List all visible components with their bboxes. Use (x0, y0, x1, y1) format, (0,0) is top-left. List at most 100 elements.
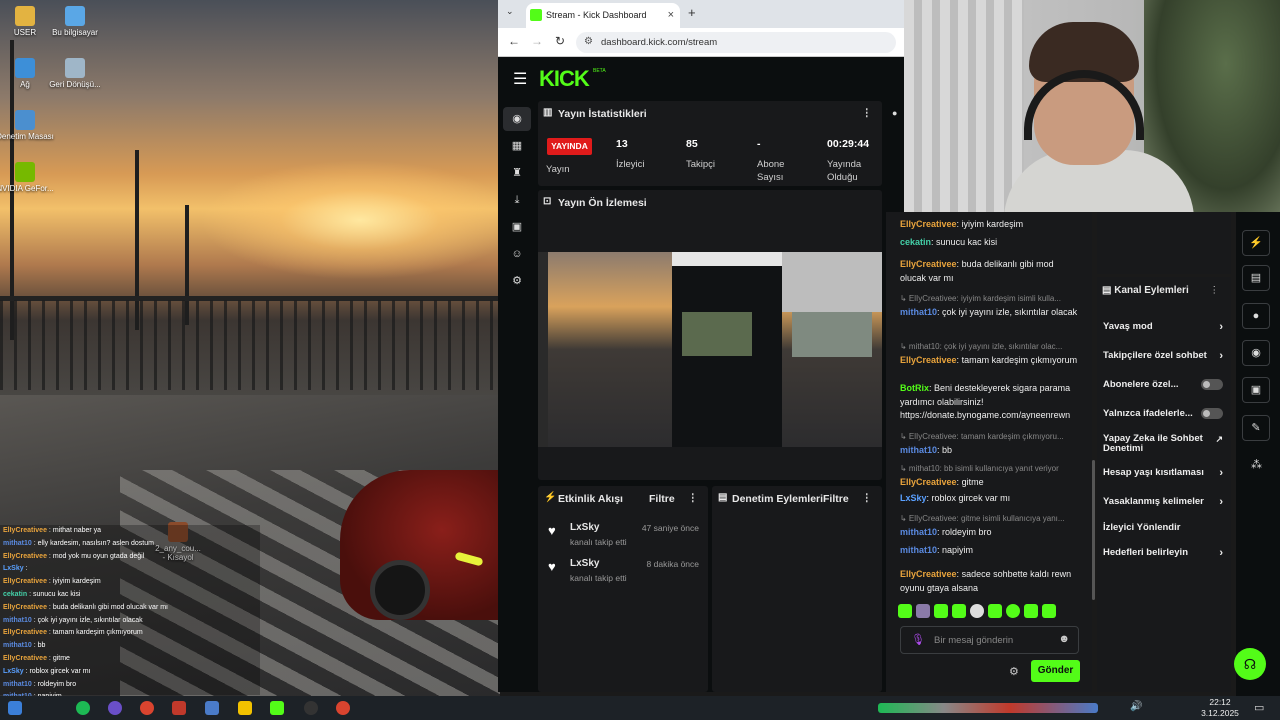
mic-icon[interactable]: 🎙 (911, 633, 925, 646)
app-icon[interactable] (172, 701, 186, 715)
reply-reference[interactable]: ↳ ElIyCreativee: gitme isimli kullanıcıy… (900, 512, 1080, 526)
chat-message[interactable]: LxSky: roblox gircek var mı (900, 492, 1080, 506)
notes-button-icon[interactable]: ▤ (1242, 265, 1270, 291)
chat-message[interactable]: ↳ ElIyCreativee: tamam kardeşim çıkmıyor… (900, 430, 1080, 457)
chevron-right-icon[interactable]: › (1219, 467, 1223, 479)
chat-username[interactable]: ElIyCreativee (900, 569, 957, 579)
spotify-icon[interactable] (76, 701, 90, 715)
apps-icon[interactable]: ⁂ (1251, 458, 1262, 471)
channel-action-item[interactable]: Yalnızca ifadelerle... (1103, 408, 1229, 419)
more-options-icon[interactable]: ⋮ (862, 492, 873, 504)
stream-preview-video[interactable] (538, 252, 882, 447)
new-tab-button[interactable]: + (688, 5, 696, 20)
system-tray-icons[interactable] (878, 703, 1098, 713)
more-options-icon[interactable]: ⋮ (862, 107, 873, 119)
chat-input[interactable]: 🎙 Bir mesaj gönderin ☻ (900, 626, 1079, 654)
layout-button-icon[interactable]: ▣ (1242, 377, 1270, 403)
emote-icon[interactable] (970, 604, 984, 618)
chevron-right-icon[interactable]: › (1219, 547, 1223, 559)
app-icon[interactable] (238, 701, 252, 715)
menu-icon[interactable]: ☰ (513, 69, 527, 89)
reply-reference[interactable]: ↳ mithat10: çok iyi yayını izle, sıkıntı… (900, 340, 1080, 354)
download-icon[interactable]: ⤓ (511, 194, 523, 206)
channel-action-item[interactable]: Abonelere özel... (1103, 379, 1229, 390)
emote-icon[interactable] (898, 604, 912, 618)
kick-logo[interactable]: KICK (539, 66, 590, 92)
chat-message[interactable]: ElIyCreativee: buda delikanlı gibi mod o… (900, 258, 1080, 285)
chevron-right-icon[interactable]: › (1219, 496, 1223, 508)
send-button[interactable]: Gönder (1031, 660, 1080, 682)
chat-username[interactable]: mithat10 (900, 445, 937, 455)
external-link-icon[interactable]: ↗ (1215, 434, 1223, 445)
channel-action-item[interactable]: Hedefleri belirleyin › (1103, 547, 1229, 559)
wrench-button-icon[interactable]: ✎ (1242, 415, 1270, 441)
channel-action-item[interactable]: Yavaş mod › (1103, 321, 1229, 333)
chat-username[interactable]: ElIyCreativee (900, 477, 957, 487)
channel-action-item[interactable]: Yapay Zeka ile Sohbet Denetimi ↗ (1103, 434, 1229, 454)
desktop-icon-recycle-bin[interactable]: Geri Dönüşü... (45, 58, 105, 89)
chat-bubble-icon[interactable]: ● (892, 108, 897, 118)
chevron-right-icon[interactable]: › (1219, 350, 1223, 362)
app-icon[interactable] (205, 701, 219, 715)
address-bar[interactable]: ⚙ dashboard.kick.com/stream (576, 32, 896, 53)
stream-icon[interactable]: ◉ (511, 113, 523, 125)
moderation-filter-button[interactable]: Filtre (823, 493, 849, 505)
chrome-icon[interactable] (336, 701, 350, 715)
toggle-switch[interactable] (1201, 379, 1223, 390)
back-icon[interactable]: ← (508, 34, 520, 48)
chat-message[interactable]: ElIyCreativee: sadece sohbette kaldı rew… (900, 568, 1080, 595)
chat-message[interactable]: cekatin: sunucu kac kisi (900, 236, 1080, 250)
tab-list-icon[interactable]: ⌄ (506, 6, 514, 17)
emote-icon[interactable] (916, 604, 930, 618)
chat-scrollbar[interactable] (1092, 460, 1095, 600)
emote-icon[interactable] (1006, 604, 1020, 618)
reply-reference[interactable]: ↳ ElIyCreativee: tamam kardeşim çıkmıyor… (900, 430, 1080, 444)
volume-icon[interactable]: 🔊 (1130, 701, 1142, 712)
settings-icon[interactable]: ⚙ (511, 275, 523, 287)
reload-icon[interactable]: ↻ (555, 34, 565, 48)
chat-message[interactable]: BotRix: Beni destekleyerek sigara parama… (900, 382, 1080, 423)
start-icon[interactable] (8, 701, 22, 715)
support-headset-icon[interactable]: ☊ (1234, 648, 1266, 680)
broadcast-button-icon[interactable]: ◉ (1242, 340, 1270, 366)
more-options-icon[interactable]: ⋮ (1210, 285, 1220, 296)
close-tab-icon[interactable]: × (668, 9, 674, 21)
channel-action-item[interactable]: Yasaklanmış kelimeler › (1103, 496, 1229, 508)
obs-icon[interactable] (304, 701, 318, 715)
emote-icon[interactable] (952, 604, 966, 618)
chat-username[interactable]: BotRix (900, 383, 929, 393)
chat-username[interactable]: ElIyCreativee (900, 219, 957, 229)
community-icon[interactable]: ☺ (511, 248, 523, 260)
app-icon[interactable] (108, 701, 122, 715)
forward-icon[interactable]: → (531, 34, 543, 48)
channel-action-item[interactable]: Takipçilere özel sohbet › (1103, 350, 1229, 362)
desktop-icon-control-panel[interactable]: Denetim Masası (0, 110, 55, 141)
chat-message[interactable]: ↳ mithat10: bb isimli kullanıcıya yanıt … (900, 462, 1080, 489)
chat-username[interactable]: cekatin (900, 237, 931, 247)
notification-icon[interactable]: ▭ (1254, 701, 1264, 714)
toggle-switch[interactable] (1201, 408, 1223, 419)
chat-username[interactable]: ElIyCreativee (900, 355, 957, 365)
reply-reference[interactable]: ↳ mithat10: bb isimli kullanıcıya yanıt … (900, 462, 1080, 476)
chat-message[interactable]: mithat10: napiyim (900, 544, 1080, 558)
channel-action-item[interactable]: İzleyici Yönlendir (1103, 522, 1229, 533)
emote-icon[interactable] (1042, 604, 1056, 618)
tab-kick-dashboard[interactable]: Stream - Kick Dashboard × (526, 3, 680, 28)
more-options-icon[interactable]: ⋮ (688, 492, 699, 504)
site-info-icon[interactable]: ⚙ (584, 36, 593, 47)
chat-message[interactable]: ElIyCreativee: iyiyim kardeşim (900, 218, 1080, 232)
chat-message[interactable]: ↳ ElIyCreativee: iyiyim kardeşim isimli … (900, 292, 1080, 319)
moderation-icon[interactable]: ▣ (511, 221, 523, 233)
emote-icon[interactable] (1024, 604, 1038, 618)
activity-filter-button[interactable]: Filtre (649, 493, 675, 505)
chat-username[interactable]: mithat10 (900, 527, 937, 537)
desktop-icon-this-pc[interactable]: Bu bilgisayar (45, 6, 105, 37)
trophy-icon[interactable]: ♜ (511, 167, 523, 179)
chat-settings-icon[interactable]: ⚙ (1009, 665, 1019, 678)
chat-username[interactable]: mithat10 (900, 307, 937, 317)
lightning-button-icon[interactable]: ⚡ (1242, 230, 1270, 256)
emoji-icon[interactable]: ☻ (1058, 633, 1070, 645)
emote-icon[interactable] (988, 604, 1002, 618)
chevron-right-icon[interactable]: › (1219, 321, 1223, 333)
chrome-icon[interactable] (140, 701, 154, 715)
